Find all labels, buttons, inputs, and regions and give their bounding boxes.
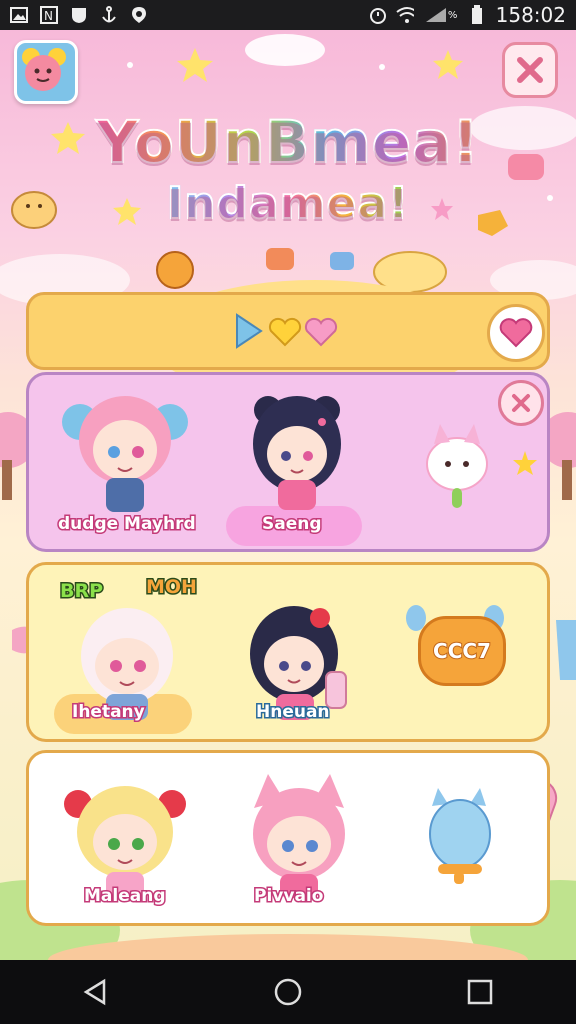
alarm-icon xyxy=(368,6,386,24)
row-close-button[interactable] xyxy=(498,380,544,426)
character-name-1: dudge Mayhrd xyxy=(57,513,198,536)
signal-percent: % xyxy=(447,9,458,21)
character-card-saeng[interactable] xyxy=(222,380,372,510)
clock: 158:02 xyxy=(495,3,566,27)
game-subtitle-text: Indamea! xyxy=(166,177,410,230)
favorites-bar[interactable] xyxy=(26,292,550,370)
svg-text:N: N xyxy=(44,9,53,23)
game-scene: YoUnBmea! Indamea! dudge Mayhrd Saeng BR… xyxy=(0,30,576,960)
home-icon xyxy=(274,978,302,1006)
avatar-icon xyxy=(22,48,66,91)
status-bar: N % 158:02 xyxy=(0,0,576,30)
character-card-hneuan[interactable] xyxy=(222,590,372,720)
favorite-heart-button[interactable] xyxy=(487,304,545,362)
battery-icon xyxy=(468,5,486,24)
pet-cat[interactable] xyxy=(420,786,504,886)
game-subtitle: Indamea! xyxy=(0,177,576,230)
home-button[interactable] xyxy=(268,972,308,1012)
profile-avatar-button[interactable] xyxy=(14,40,78,104)
close-icon xyxy=(512,394,530,412)
back-button[interactable] xyxy=(76,972,116,1012)
character-name-3: Ihetany xyxy=(71,701,147,724)
pet-bunny[interactable] xyxy=(420,422,494,512)
game-title-text: YoUnBmea! xyxy=(95,107,480,177)
star-icon xyxy=(513,451,537,475)
character-card-pivvaio[interactable] xyxy=(224,768,374,898)
recents-icon xyxy=(467,979,493,1005)
back-icon xyxy=(83,978,106,1006)
heart-icon xyxy=(499,318,533,348)
location-icon xyxy=(130,6,148,24)
close-button[interactable] xyxy=(502,42,558,98)
app-icon: N xyxy=(40,6,58,24)
gallery-icon xyxy=(10,6,28,24)
shield-icon xyxy=(70,6,88,24)
character-card-maleang[interactable] xyxy=(50,768,200,898)
cccr-button[interactable]: CCC7 xyxy=(418,616,506,686)
wifi-icon xyxy=(396,6,414,24)
play-hearts-icons xyxy=(236,313,338,349)
character-name-5: Maleang xyxy=(83,885,167,908)
game-title: YoUnBmea! xyxy=(0,107,576,177)
system-nav-bar xyxy=(0,960,576,1024)
character-card-ihetany[interactable] xyxy=(52,590,202,720)
close-icon xyxy=(517,57,543,83)
anchor-icon xyxy=(100,6,118,24)
character-name-2: Saeng xyxy=(261,513,324,536)
character-card-dudge[interactable] xyxy=(50,382,200,512)
signal-icon: % xyxy=(424,6,458,24)
character-name-6: Pivvaio xyxy=(252,885,324,908)
recents-button[interactable] xyxy=(460,972,500,1012)
character-name-4: Hneuan xyxy=(255,701,332,724)
